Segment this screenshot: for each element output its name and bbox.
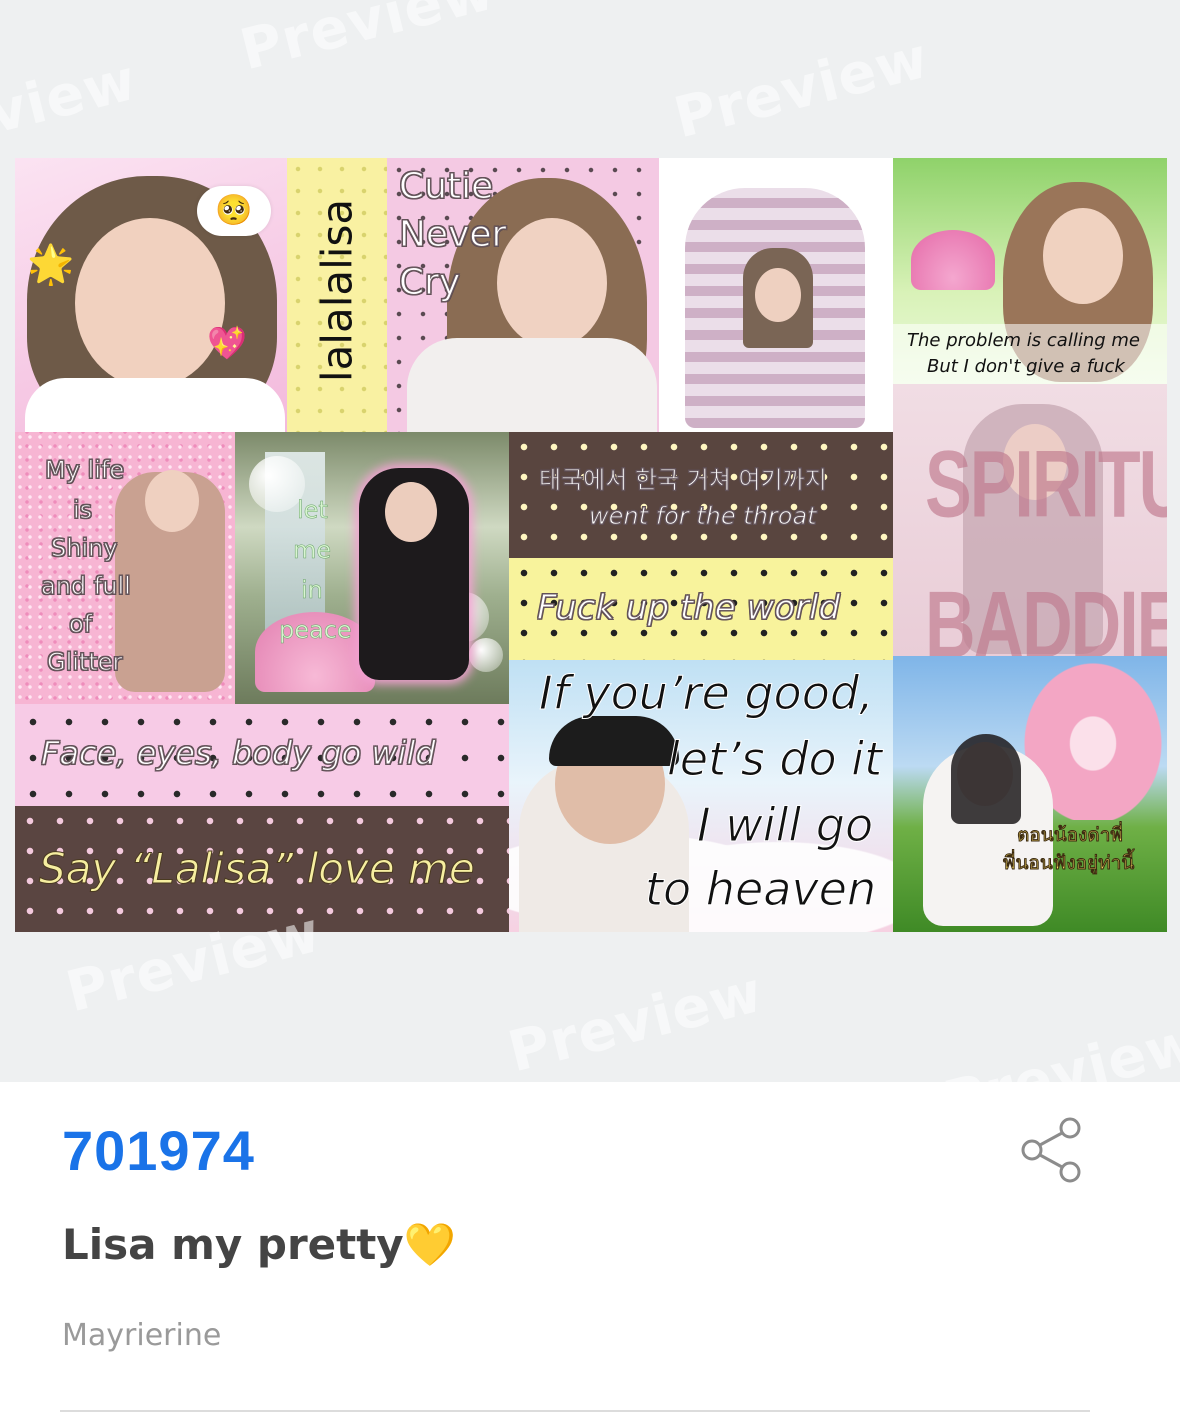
collage-tile-cutie-never-cry: Cutie Never Cry	[387, 158, 659, 432]
portrait-face	[145, 470, 199, 532]
post-title: Lisa my pretty💛	[62, 1220, 456, 1269]
problem-caption-line1: The problem is calling me	[907, 330, 1140, 351]
glitter-caption-line4: and full	[41, 572, 132, 601]
held-photo-face	[755, 268, 801, 322]
collage-tile-thai: ตอนน้องด่าพี่ พี่นอนฟังอยู่ท่านี้	[893, 656, 1167, 932]
peace-caption-line4: peace	[279, 616, 352, 645]
peace-caption-line3: in	[301, 576, 323, 605]
collage-tile-korean: 태국에서 한국 거쳐 여기까지 went for the throat	[509, 432, 893, 558]
fuck-up-caption: Fuck up the world	[536, 588, 841, 629]
collage-tile-spiritual-baddie: SPIRITUAL BADDIE	[893, 384, 1167, 656]
bubble	[469, 638, 503, 672]
glitter-caption-line6: Glitter	[46, 648, 123, 677]
problem-caption-line2: But I don't give a fuck	[927, 356, 1125, 377]
heaven-caption-line2: let’s do it	[666, 732, 883, 787]
glitter-caption-line2: is	[72, 496, 93, 525]
cutie-caption-line1: Cutie	[398, 166, 494, 208]
shirt	[25, 378, 285, 432]
spiritual-baddie-text: SPIRITUAL BADDIE	[925, 431, 1167, 656]
preview-watermark: Preview	[233, 0, 502, 84]
star-sticker: 🌟	[27, 242, 75, 286]
face-eyes-caption: Face, eyes, body go wild	[41, 734, 437, 773]
cutie-caption-line3: Cry	[398, 262, 461, 304]
collage-tile-glitter: My life is Shiny and full of Glitter	[15, 432, 235, 704]
glitter-caption-line1: My life	[44, 456, 125, 485]
collage-tile-peace: let me in peace	[235, 432, 509, 704]
heaven-caption-line3: I will go	[696, 798, 874, 853]
korean-caption-line1: 태국에서 한국 거쳐 여기까지	[539, 466, 828, 495]
thai-caption-line2: พี่นอนฟังอยู่ท่านี้	[1002, 852, 1135, 875]
collage-tile-face-eyes: Face, eyes, body go wild	[15, 704, 509, 806]
black-cap	[549, 716, 679, 766]
korean-caption-line2: went for the throat	[589, 502, 818, 531]
lalalalisa-text: lalalalisa	[312, 198, 362, 383]
preview-watermark: Preview	[667, 25, 936, 152]
thai-caption-line1: ตอนน้องด่าพี่	[1017, 824, 1124, 847]
heart-sticker: 💖	[207, 324, 247, 362]
collage-tile-say-lalisa: Say “Lalisa” love me	[15, 806, 509, 932]
heaven-caption-line1: If you’re good,	[539, 666, 875, 721]
collage-tile-heaven: If you’re good, let’s do it I will go to…	[509, 660, 893, 932]
share-button[interactable]	[1018, 1114, 1090, 1186]
preview-watermark: Preview	[937, 1009, 1180, 1082]
portrait-face	[385, 482, 437, 542]
preview-watermark: Preview	[0, 47, 144, 174]
glitter-caption-line3: Shiny	[51, 534, 119, 563]
portrait-face	[1043, 208, 1123, 304]
sweater	[407, 338, 657, 432]
portrait-face	[497, 218, 607, 348]
collage-image[interactable]: 🥺 🌟 💖 lalalalisa Cutie Never Cry The pro…	[15, 158, 1167, 932]
collage-tile-fuck-up: Fuck up the world	[509, 558, 893, 660]
share-icon	[1021, 1117, 1081, 1183]
collage-tile-problem: The problem is calling me But I don't gi…	[893, 158, 1167, 384]
post-author[interactable]: Mayrierine	[62, 1318, 221, 1353]
peace-caption-line1: let	[297, 496, 328, 525]
lotus-flower	[911, 230, 995, 290]
peace-caption-line2: me	[293, 536, 332, 565]
glitter-caption-line5: of	[68, 610, 93, 639]
collage-tile-lalalalisa: lalalalisa	[287, 158, 387, 432]
wallpaper-preview: 🥺 🌟 💖 lalalalisa Cutie Never Cry The pro…	[0, 0, 1180, 1082]
portrait-face	[75, 218, 225, 388]
hair	[951, 734, 1021, 824]
cutie-caption-line2: Never	[398, 214, 507, 256]
heaven-caption-line4: to heaven	[644, 862, 877, 917]
post-id: 701974	[62, 1119, 255, 1182]
divider	[60, 1410, 1090, 1412]
say-lalisa-caption: Say “Lalisa” love me	[39, 844, 476, 894]
preview-watermark: Preview	[501, 959, 770, 1082]
collage-tile-selfie: 🥺 🌟 💖	[15, 158, 287, 432]
speech-bubble: 🥺	[197, 186, 271, 236]
collage-tile-plaid-shirt	[659, 158, 893, 432]
